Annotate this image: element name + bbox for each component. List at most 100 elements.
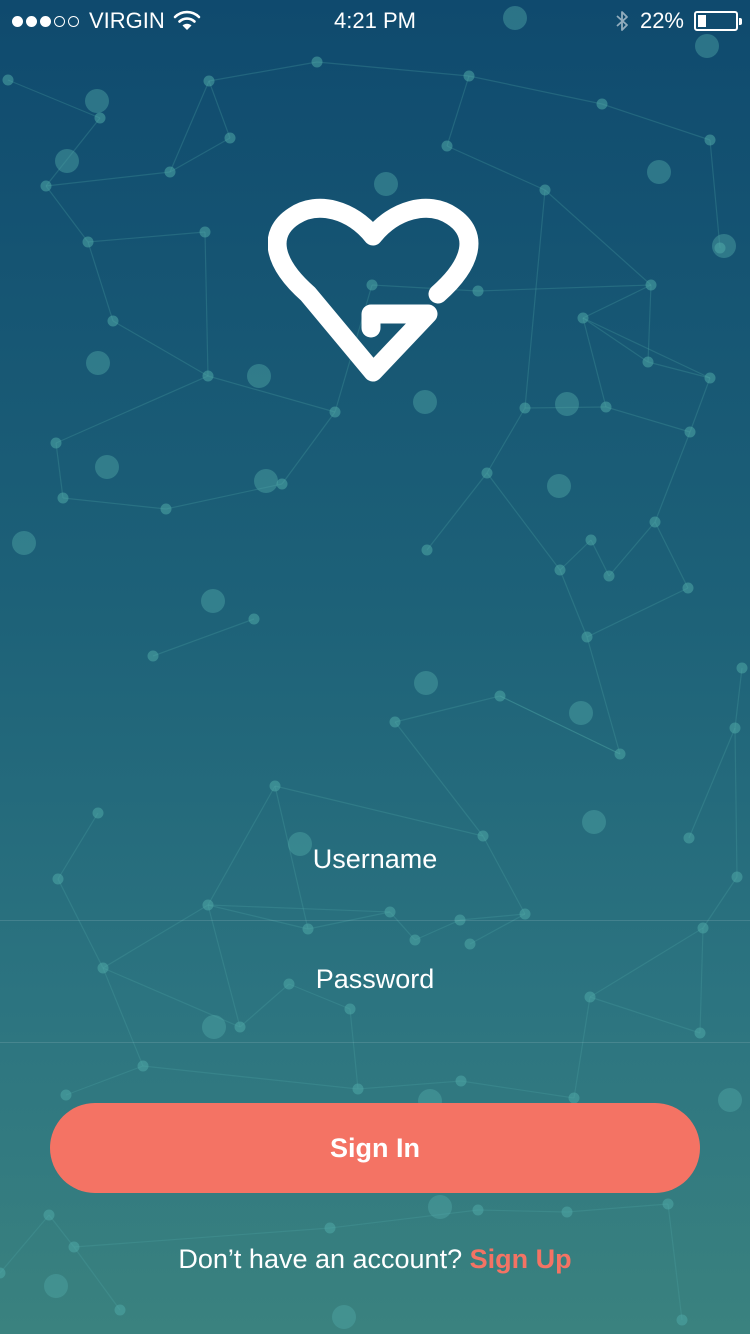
network-node (736, 662, 748, 674)
network-edge (573, 996, 591, 1099)
network-edge (55, 375, 209, 444)
network-edge (524, 189, 546, 409)
network-edge (586, 587, 689, 638)
network-edge (349, 1008, 359, 1090)
network-bubble (413, 390, 437, 414)
network-edge (559, 569, 588, 638)
network-node (409, 934, 421, 946)
network-edge (586, 636, 621, 755)
network-edge (559, 539, 592, 571)
network-node (82, 236, 94, 248)
network-node (464, 938, 476, 950)
network-edge (62, 497, 167, 510)
network-node (202, 899, 214, 911)
network-node (147, 650, 159, 662)
battery-percent: 22% (639, 8, 684, 33)
network-edge (460, 1080, 575, 1099)
network-bubble (44, 1274, 68, 1298)
network-node (199, 226, 211, 238)
network-bubble (86, 351, 110, 375)
network-node (704, 134, 716, 146)
network-bubble (95, 455, 119, 479)
network-edge (446, 145, 546, 191)
network-node (729, 722, 741, 734)
network-edge (45, 185, 89, 243)
battery-icon (694, 11, 742, 31)
network-bubble (55, 149, 79, 173)
network-edge (468, 75, 603, 105)
network-bubble (201, 589, 225, 613)
network-node (603, 570, 615, 582)
network-node (389, 716, 401, 728)
network-node (477, 830, 489, 842)
network-edge (208, 80, 231, 139)
signup-prompt: Don’t have an account? Sign Up (0, 1244, 750, 1275)
network-node (682, 582, 694, 594)
sign-up-link[interactable]: Sign Up (470, 1244, 572, 1274)
network-node (585, 534, 597, 546)
network-node (137, 1060, 149, 1072)
heart-g-logo (268, 198, 479, 382)
network-edge (654, 431, 691, 523)
network-node (614, 748, 626, 760)
network-node (202, 370, 214, 382)
network-edge (57, 878, 104, 969)
password-field[interactable]: Password (0, 964, 750, 995)
network-node (519, 908, 531, 920)
network-bubble (569, 701, 593, 725)
network-edge (589, 996, 701, 1034)
network-edge (486, 407, 526, 474)
network-node (481, 467, 493, 479)
network-edge (204, 231, 209, 377)
network-edge (87, 231, 206, 243)
network-edge (688, 727, 736, 839)
network-edge (65, 1065, 144, 1096)
network-edge (394, 721, 484, 837)
network-node (577, 312, 589, 324)
network-node (455, 1075, 467, 1087)
network-node (50, 437, 62, 449)
network-edge (654, 521, 689, 589)
network-node (324, 1222, 336, 1234)
signal-dot (26, 15, 37, 27)
network-node (539, 184, 551, 196)
network-node (92, 807, 104, 819)
network-node (683, 832, 695, 844)
network-node (52, 873, 64, 885)
network-edge (208, 61, 318, 82)
network-node (203, 75, 215, 87)
sign-in-button[interactable]: Sign In (50, 1103, 700, 1193)
network-node (94, 112, 106, 124)
network-bubble (85, 89, 109, 113)
network-node (311, 56, 323, 68)
battery-level (698, 15, 706, 27)
network-bubble (414, 671, 438, 695)
signal-dot (68, 15, 79, 27)
network-edge (45, 171, 171, 187)
network-node (234, 1021, 246, 1033)
network-edge (87, 241, 114, 322)
network-node (107, 315, 119, 327)
network-bubble (712, 234, 736, 258)
status-right: 22% (614, 8, 742, 34)
network-node (224, 132, 236, 144)
network-edge (112, 320, 209, 377)
network-edge (566, 1203, 669, 1213)
status-left: VIRGIN (12, 8, 201, 34)
network-node (581, 631, 593, 643)
network-bubble (428, 1195, 452, 1219)
username-underline (0, 920, 750, 921)
network-edge (709, 139, 721, 249)
network-edge (142, 1065, 359, 1090)
network-node (441, 140, 453, 152)
network-edge (477, 284, 652, 292)
password-underline (0, 1042, 750, 1043)
network-edge (734, 667, 743, 729)
carrier-name: VIRGIN (89, 8, 165, 33)
network-node (421, 544, 433, 556)
signal-dot (12, 15, 23, 27)
network-node (704, 372, 716, 384)
username-field[interactable]: Username (0, 844, 750, 875)
network-edge (389, 911, 416, 941)
network-node (472, 1204, 484, 1216)
